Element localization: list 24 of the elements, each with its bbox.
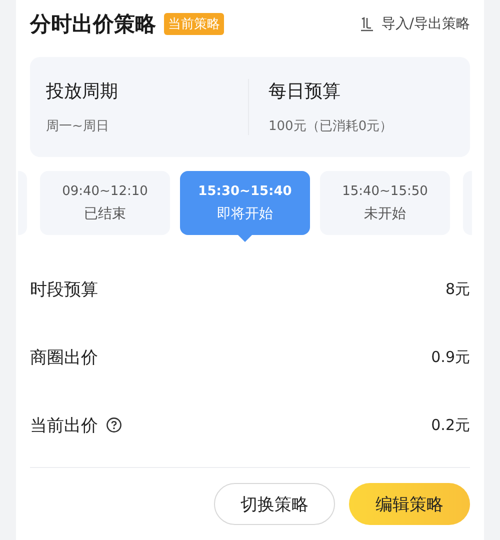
slot-status: 已结束 <box>84 204 126 222</box>
edit-strategy-button[interactable]: 编辑策略 <box>349 483 470 525</box>
detail-label: 时段预算 <box>30 278 98 300</box>
slot-time: 09:40~12:10 <box>62 184 148 198</box>
slot-status: 即将开始 <box>217 204 273 222</box>
summary-label: 投放周期 <box>46 80 118 103</box>
slot-time: 15:40~15:50 <box>342 184 428 198</box>
import-export-link[interactable]: 导入/导出策略 <box>360 15 470 33</box>
strategy-title: 分时出价策略 <box>30 11 156 38</box>
detail-value: 0.2元 <box>431 416 470 434</box>
detail-label: 商圈出价 <box>30 346 98 368</box>
detail-value: 8元 <box>445 280 470 298</box>
summary-value: 100元（已消耗0元） <box>268 118 393 135</box>
summary-label: 每日预算 <box>268 80 340 103</box>
detail-label: 当前出价 <box>30 414 98 436</box>
summary-value: 周一~周日 <box>46 118 109 135</box>
slot-time: 15:30~15:40 <box>198 184 292 198</box>
help-icon[interactable] <box>106 417 122 433</box>
time-slot[interactable]: 15:40~15:50 未开始 <box>320 171 450 235</box>
switch-strategy-button[interactable]: 切换策略 <box>214 483 335 525</box>
detail-value: 0.9元 <box>431 348 470 366</box>
slot-status: 未开始 <box>364 204 406 222</box>
current-strategy-badge: 当前策略 <box>164 13 224 35</box>
time-slot[interactable]: 09:40~12:10 已结束 <box>40 171 170 235</box>
